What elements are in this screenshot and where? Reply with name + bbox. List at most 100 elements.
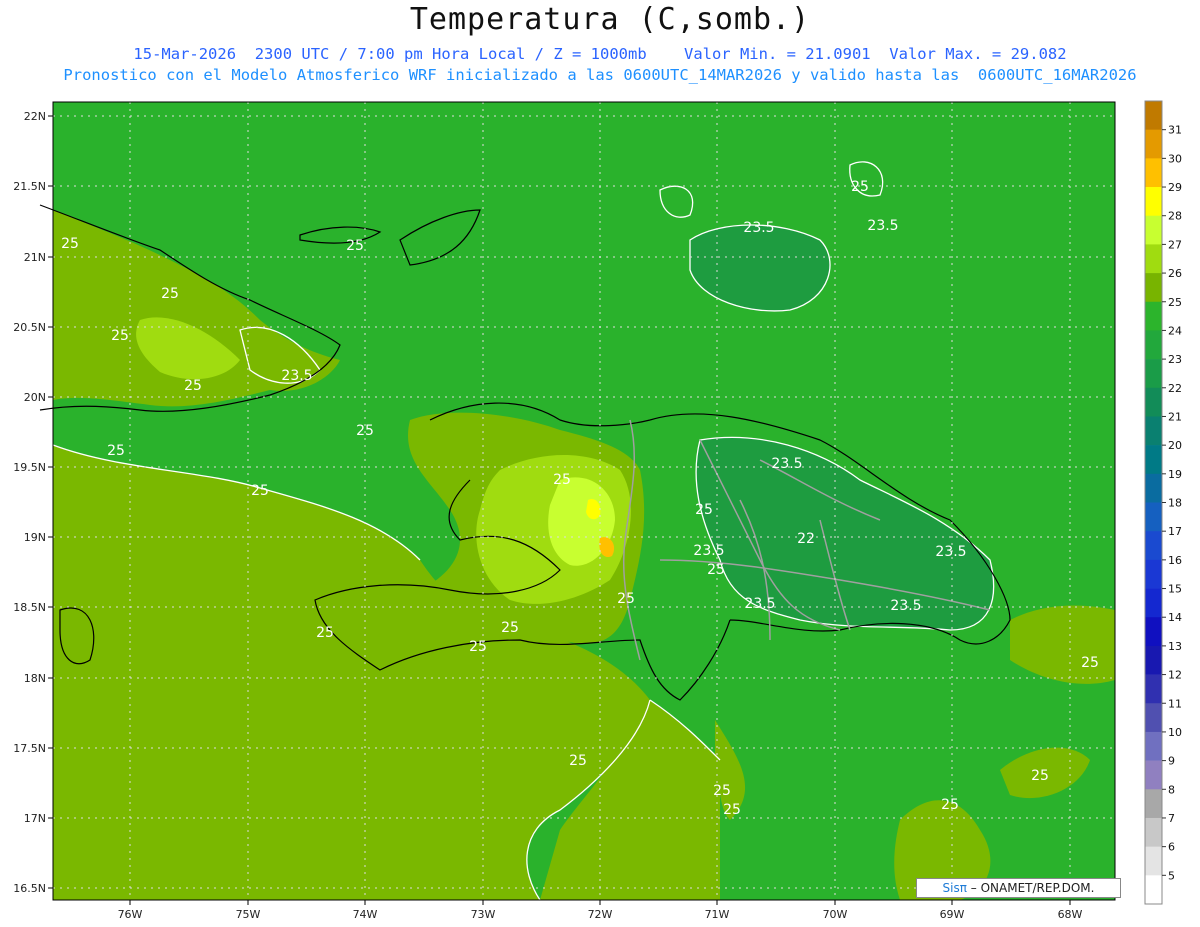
colorbar-swatch xyxy=(1145,187,1162,217)
contour-label: 23.5 xyxy=(693,543,724,559)
lon-label: 73W xyxy=(471,908,496,921)
sispi-logo-text: Sisπ xyxy=(942,881,967,895)
lon-label: 69W xyxy=(940,908,965,921)
lat-label: 16.5N xyxy=(13,882,46,895)
contour-label: 25 xyxy=(617,591,635,607)
lat-label: 20.5N xyxy=(13,321,46,334)
colorbar-swatch xyxy=(1145,588,1162,618)
colorbar-swatch xyxy=(1145,789,1162,819)
contour-label: 25 xyxy=(61,236,79,252)
colorbar-swatch xyxy=(1145,101,1162,130)
colorbar-label: 14 xyxy=(1168,611,1182,624)
colorbar-swatch xyxy=(1145,445,1162,475)
colorbar-label: 26 xyxy=(1168,267,1182,280)
contour-label: 25 xyxy=(161,286,179,302)
lat-label: 18N xyxy=(24,672,46,685)
temperature-map: 22N 21.5N 21N 20.5N 20N 19.5N 19N 18.5N 18N 17.5N… xyxy=(13,100,1182,921)
colorbar-label: 31 xyxy=(1168,124,1182,137)
colorbar-label: 7 xyxy=(1168,812,1175,825)
colorbar-label: 24 xyxy=(1168,324,1182,337)
colorbar-label: 10 xyxy=(1168,726,1182,739)
colorbar-swatch xyxy=(1145,875,1162,905)
colorbar-label: 30 xyxy=(1168,152,1182,165)
colorbar-label: 27 xyxy=(1168,238,1182,251)
colorbar-label: 8 xyxy=(1168,783,1175,796)
colorbar-swatch xyxy=(1145,674,1162,704)
contour-label: 25 xyxy=(713,783,731,799)
colorbar-swatch xyxy=(1145,416,1162,446)
colorbar-label: 18 xyxy=(1168,497,1182,510)
contour-label: 23.5 xyxy=(744,596,775,612)
credit-box: Sisπ – ONAMET/REP.DOM. xyxy=(916,878,1121,898)
contour-label: 23.5 xyxy=(771,456,802,472)
lon-label: 68W xyxy=(1058,908,1083,921)
lon-label: 75W xyxy=(236,908,261,921)
colorbar-swatch xyxy=(1145,473,1162,503)
colorbar-swatch xyxy=(1145,129,1162,159)
lon-label: 71W xyxy=(705,908,730,921)
lat-label: 17N xyxy=(24,812,46,825)
colorbar-label: 28 xyxy=(1168,210,1182,223)
colorbar-label: 9 xyxy=(1168,755,1175,768)
colorbar-swatch xyxy=(1145,760,1162,790)
colorbar-swatch xyxy=(1145,158,1162,188)
contour-label: 25 xyxy=(469,639,487,655)
colorbar-swatch xyxy=(1145,273,1162,303)
lat-label: 17.5N xyxy=(13,742,46,755)
lon-label: 72W xyxy=(588,908,613,921)
contour-label: 25 xyxy=(251,483,269,499)
colorbar-swatch xyxy=(1145,559,1162,589)
contour-label: 23.5 xyxy=(281,368,312,384)
lat-label: 19N xyxy=(24,531,46,544)
colorbar-swatch xyxy=(1145,531,1162,561)
lat-label: 21.5N xyxy=(13,180,46,193)
latitude-labels: 22N 21.5N 21N 20.5N 20N 19.5N 19N 18.5N 18N 17.5N… xyxy=(13,110,53,895)
lon-label: 76W xyxy=(118,908,143,921)
contour-label: 25 xyxy=(1031,768,1049,784)
colorbar-label: 16 xyxy=(1168,554,1182,567)
colorbar-label: 22 xyxy=(1168,382,1182,395)
colorbar-swatch xyxy=(1145,215,1162,245)
lon-label: 70W xyxy=(823,908,848,921)
contour-label: 25 xyxy=(107,443,125,459)
colorbar-swatch xyxy=(1145,703,1162,733)
colorbar-swatch xyxy=(1145,244,1162,274)
contour-label: 25 xyxy=(501,620,519,636)
colorbar-label: 23 xyxy=(1168,353,1182,366)
colorbar-label: 20 xyxy=(1168,439,1182,452)
colorbar-label: 12 xyxy=(1168,669,1182,682)
colorbar-swatch xyxy=(1145,330,1162,360)
colorbar-label: 15 xyxy=(1168,583,1182,596)
lat-label: 20N xyxy=(24,391,46,404)
contour-label: 25 xyxy=(111,328,129,344)
colorbar-label: 21 xyxy=(1168,410,1182,423)
contour-label: 25 xyxy=(346,238,364,254)
colorbar-swatch xyxy=(1145,301,1162,331)
lat-label: 19.5N xyxy=(13,461,46,474)
contour-label: 25 xyxy=(1081,655,1099,671)
colorbar-label: 29 xyxy=(1168,181,1182,194)
contour-label: 25 xyxy=(184,378,202,394)
colorbar-label: 5 xyxy=(1168,869,1175,882)
contour-label: 25 xyxy=(707,562,725,578)
contour-label: 25 xyxy=(723,802,741,818)
colorbar-swatch xyxy=(1145,817,1162,847)
colorbar-swatch xyxy=(1145,846,1162,876)
lat-label: 21N xyxy=(24,251,46,264)
colorbar-swatch xyxy=(1145,645,1162,675)
contour-label: 25 xyxy=(569,753,587,769)
longitude-labels: 76W 75W 74W 73W 72W 71W 70W 69W 68W xyxy=(118,900,1083,921)
lat-label: 22N xyxy=(24,110,46,123)
colorbar-label: 17 xyxy=(1168,525,1182,538)
lon-label: 74W xyxy=(353,908,378,921)
contour-label: 25 xyxy=(356,423,374,439)
contour-label: 25 xyxy=(695,502,713,518)
colorbar-swatch xyxy=(1145,502,1162,532)
colorbar-swatch xyxy=(1145,359,1162,389)
contour-label: 25 xyxy=(941,797,959,813)
lat-label: 18.5N xyxy=(13,601,46,614)
credit-text: – ONAMET/REP.DOM. xyxy=(966,881,1095,895)
colorbar-swatch xyxy=(1145,617,1162,647)
colorbar-label: 11 xyxy=(1168,697,1182,710)
contour-label: 23.5 xyxy=(935,544,966,560)
